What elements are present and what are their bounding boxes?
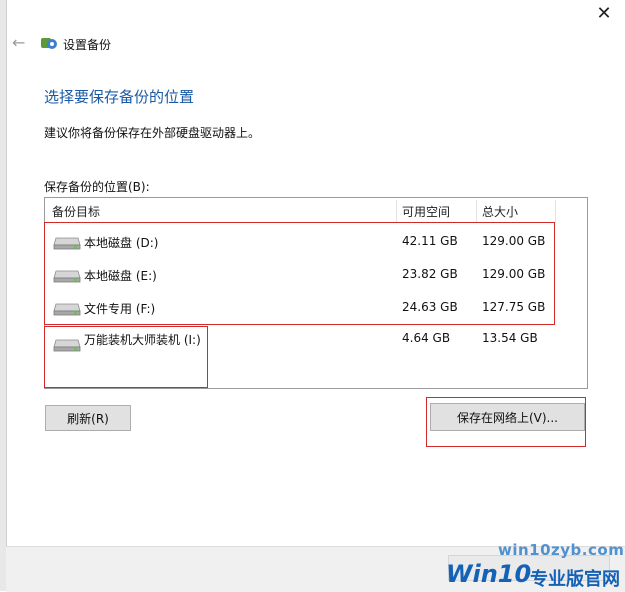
column-header-total-size[interactable]: 总大小 (482, 203, 518, 220)
refresh-button[interactable]: 刷新(R) (45, 405, 131, 431)
highlight-box-local-drives (44, 222, 555, 325)
column-header-target[interactable]: 备份目标 (52, 203, 100, 220)
column-divider (555, 200, 556, 222)
watermark-site: win10zyb.com (498, 541, 625, 559)
highlight-box-usb-drive (44, 326, 208, 388)
window-left-edge (0, 0, 7, 591)
watermark-text: 专业版官网 (530, 569, 620, 590)
close-button[interactable]: ✕ (592, 2, 616, 24)
list-header: 备份目标 可用空间 总大小 (45, 198, 556, 223)
back-arrow-icon: ← (12, 33, 26, 52)
highlight-box-network-button (426, 397, 586, 447)
close-icon: ✕ (596, 2, 612, 24)
page-subtitle: 建议你将备份保存在外部硬盘驱动器上。 (44, 126, 261, 140)
backup-location-label: 保存备份的位置(B): (44, 180, 150, 194)
watermark-logo: Win10 (446, 560, 532, 588)
back-button[interactable]: ← (12, 33, 30, 52)
drive-free-space: 4.64 GB (402, 331, 451, 345)
window-title: 设置备份 (63, 38, 112, 52)
column-divider (396, 200, 397, 222)
column-divider (476, 200, 477, 222)
page-title: 选择要保存备份的位置 (44, 88, 195, 106)
backup-app-icon (41, 38, 57, 49)
column-header-free-space[interactable]: 可用空间 (402, 203, 450, 220)
drive-total-size: 13.54 GB (482, 331, 538, 345)
